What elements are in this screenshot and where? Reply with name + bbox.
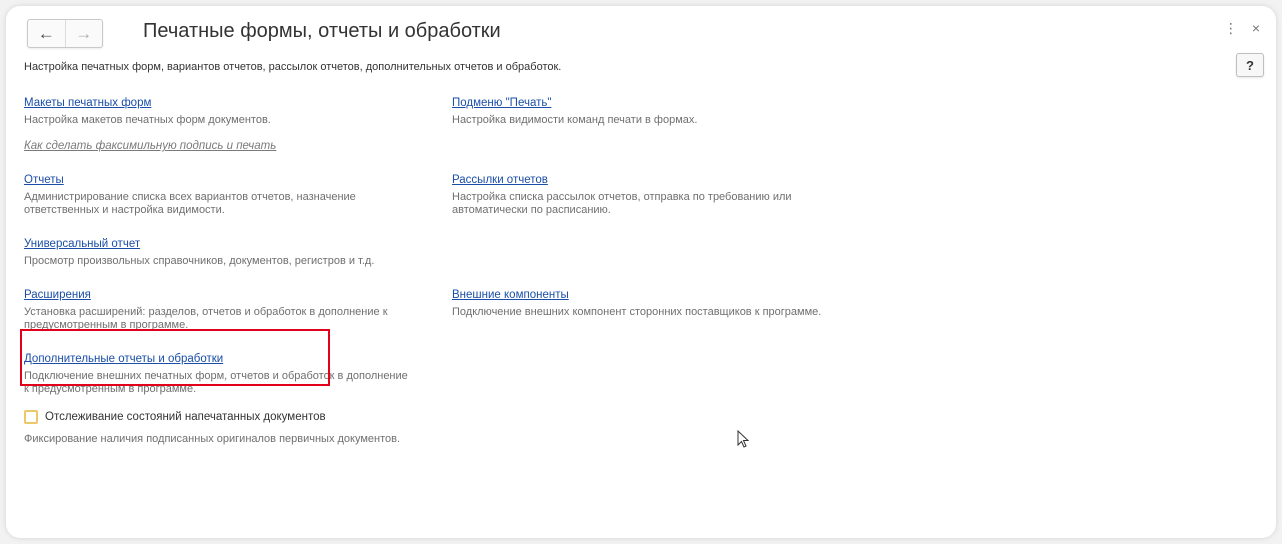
external-components-link[interactable]: Внешние компоненты: [452, 288, 569, 303]
print-submenu-note: Настройка видимости команд печати в форм…: [452, 114, 698, 126]
help-button[interactable]: ?: [1236, 53, 1264, 77]
arrow-right-icon: →: [75, 23, 93, 43]
print-templates-section: Макеты печатных форм Настройка макетов п…: [24, 93, 414, 127]
navigation-buttons: ← →: [27, 19, 103, 48]
back-button[interactable]: ←: [28, 20, 65, 47]
universal-report-link[interactable]: Универсальный отчет: [24, 237, 140, 252]
reports-section: Отчеты Администрирование списка всех вар…: [24, 170, 414, 217]
window-controls: ⋮ ×: [1224, 20, 1260, 37]
print-templates-link[interactable]: Макеты печатных форм: [24, 96, 151, 111]
universal-report-section: Универсальный отчет Просмотр произвольны…: [24, 234, 414, 268]
page-description: Настройка печатных форм, вариантов отчет…: [24, 61, 562, 73]
extensions-link[interactable]: Расширения: [24, 288, 91, 303]
print-templates-note: Настройка макетов печатных форм документ…: [24, 114, 271, 126]
highlight-frame: [20, 329, 330, 386]
report-mailings-link[interactable]: Рассылки отчетов: [452, 173, 548, 188]
report-mailings-section: Рассылки отчетов Настройка списка рассыл…: [452, 170, 842, 217]
report-mailings-note: Настройка списка рассылок отчетов, отпра…: [452, 191, 792, 216]
extensions-section: Расширения Установка расширений: раздело…: [24, 285, 414, 332]
print-submenu-link[interactable]: Подменю "Печать": [452, 96, 551, 111]
tracking-label[interactable]: Отслеживание состояний напечатанных доку…: [45, 411, 326, 423]
close-icon[interactable]: ×: [1252, 20, 1260, 37]
tracking-section: Фиксирование наличия подписанных оригина…: [24, 430, 414, 446]
mouse-cursor-icon: [737, 430, 750, 448]
forward-button[interactable]: →: [64, 20, 103, 47]
more-icon[interactable]: ⋮: [1224, 20, 1238, 37]
external-components-note: Подключение внешних компонент сторонних …: [452, 306, 822, 318]
universal-report-note: Просмотр произвольных справочников, доку…: [24, 255, 375, 267]
reports-link[interactable]: Отчеты: [24, 173, 64, 188]
arrow-left-icon: ←: [37, 23, 55, 43]
tracking-checkbox[interactable]: [24, 410, 38, 424]
external-components-section: Внешние компоненты Подключение внешних к…: [452, 285, 842, 319]
print-submenu-section: Подменю "Печать" Настройка видимости ком…: [452, 93, 842, 127]
tracking-note: Фиксирование наличия подписанных оригина…: [24, 433, 401, 445]
tracking-option: Отслеживание состояний напечатанных доку…: [24, 410, 326, 424]
reports-note: Администрирование списка всех вариантов …: [24, 191, 356, 216]
page-title: Печатные формы, отчеты и обработки: [143, 20, 501, 42]
window: ← → Печатные формы, отчеты и обработки ⋮…: [6, 6, 1276, 538]
facsimile-help-link[interactable]: Как сделать факсимильную подпись и печат…: [24, 140, 276, 152]
